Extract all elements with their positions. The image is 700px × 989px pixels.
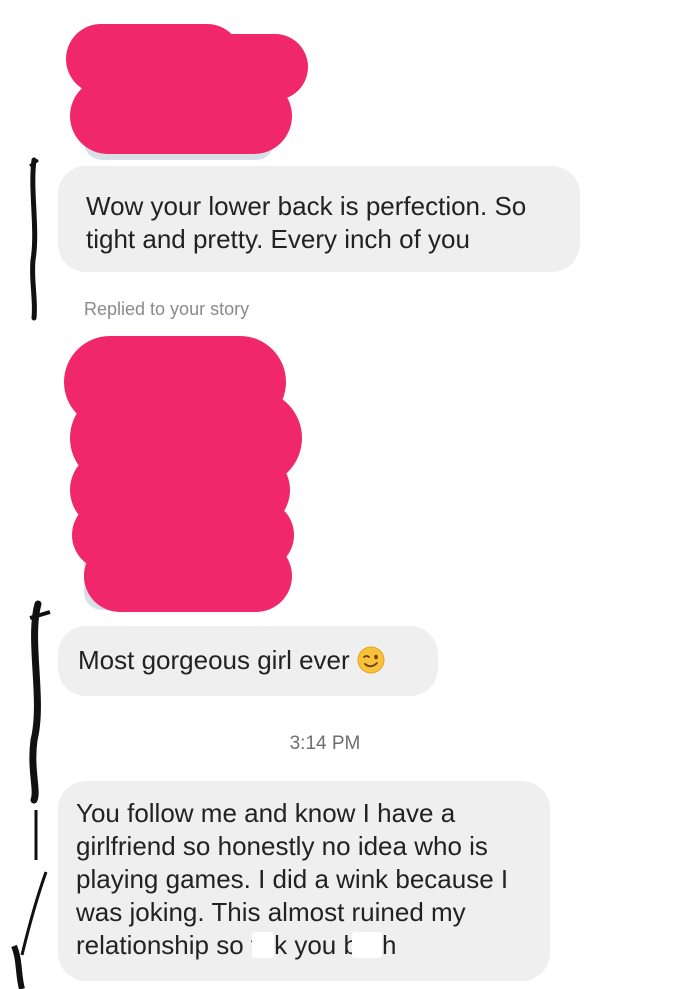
message-fragment: k you b xyxy=(274,930,358,960)
message-text: Wow your lower back is perfection. So ti… xyxy=(86,191,527,254)
winking-face-emoji-icon xyxy=(356,645,386,675)
censor-block xyxy=(351,932,382,958)
message-line: You follow me and know I have a xyxy=(76,798,456,828)
message-bubble-3: You follow me and know I have a girlfrie… xyxy=(58,781,550,981)
message-fragment: relationship so f xyxy=(76,930,259,960)
message-line: girlfriend so honestly no idea who is xyxy=(76,831,488,861)
message-bubble-2: Most gorgeous girl ever xyxy=(58,626,438,696)
message-fragment: h xyxy=(381,930,397,960)
story-reply-label: Replied to your story xyxy=(84,299,250,319)
message-line: was joking. This almost ruined my xyxy=(76,897,466,927)
message-text: Most gorgeous girl ever xyxy=(78,645,350,675)
message-timestamp: 3:14 PM xyxy=(289,733,361,754)
censor-block xyxy=(252,932,275,958)
message-bubble-1: Wow your lower back is perfection. So ti… xyxy=(58,166,580,272)
redaction-blob xyxy=(84,540,292,612)
message-line: playing games. I did a wink because I xyxy=(76,864,509,894)
message-line: relationship so f k you b h xyxy=(76,929,532,962)
